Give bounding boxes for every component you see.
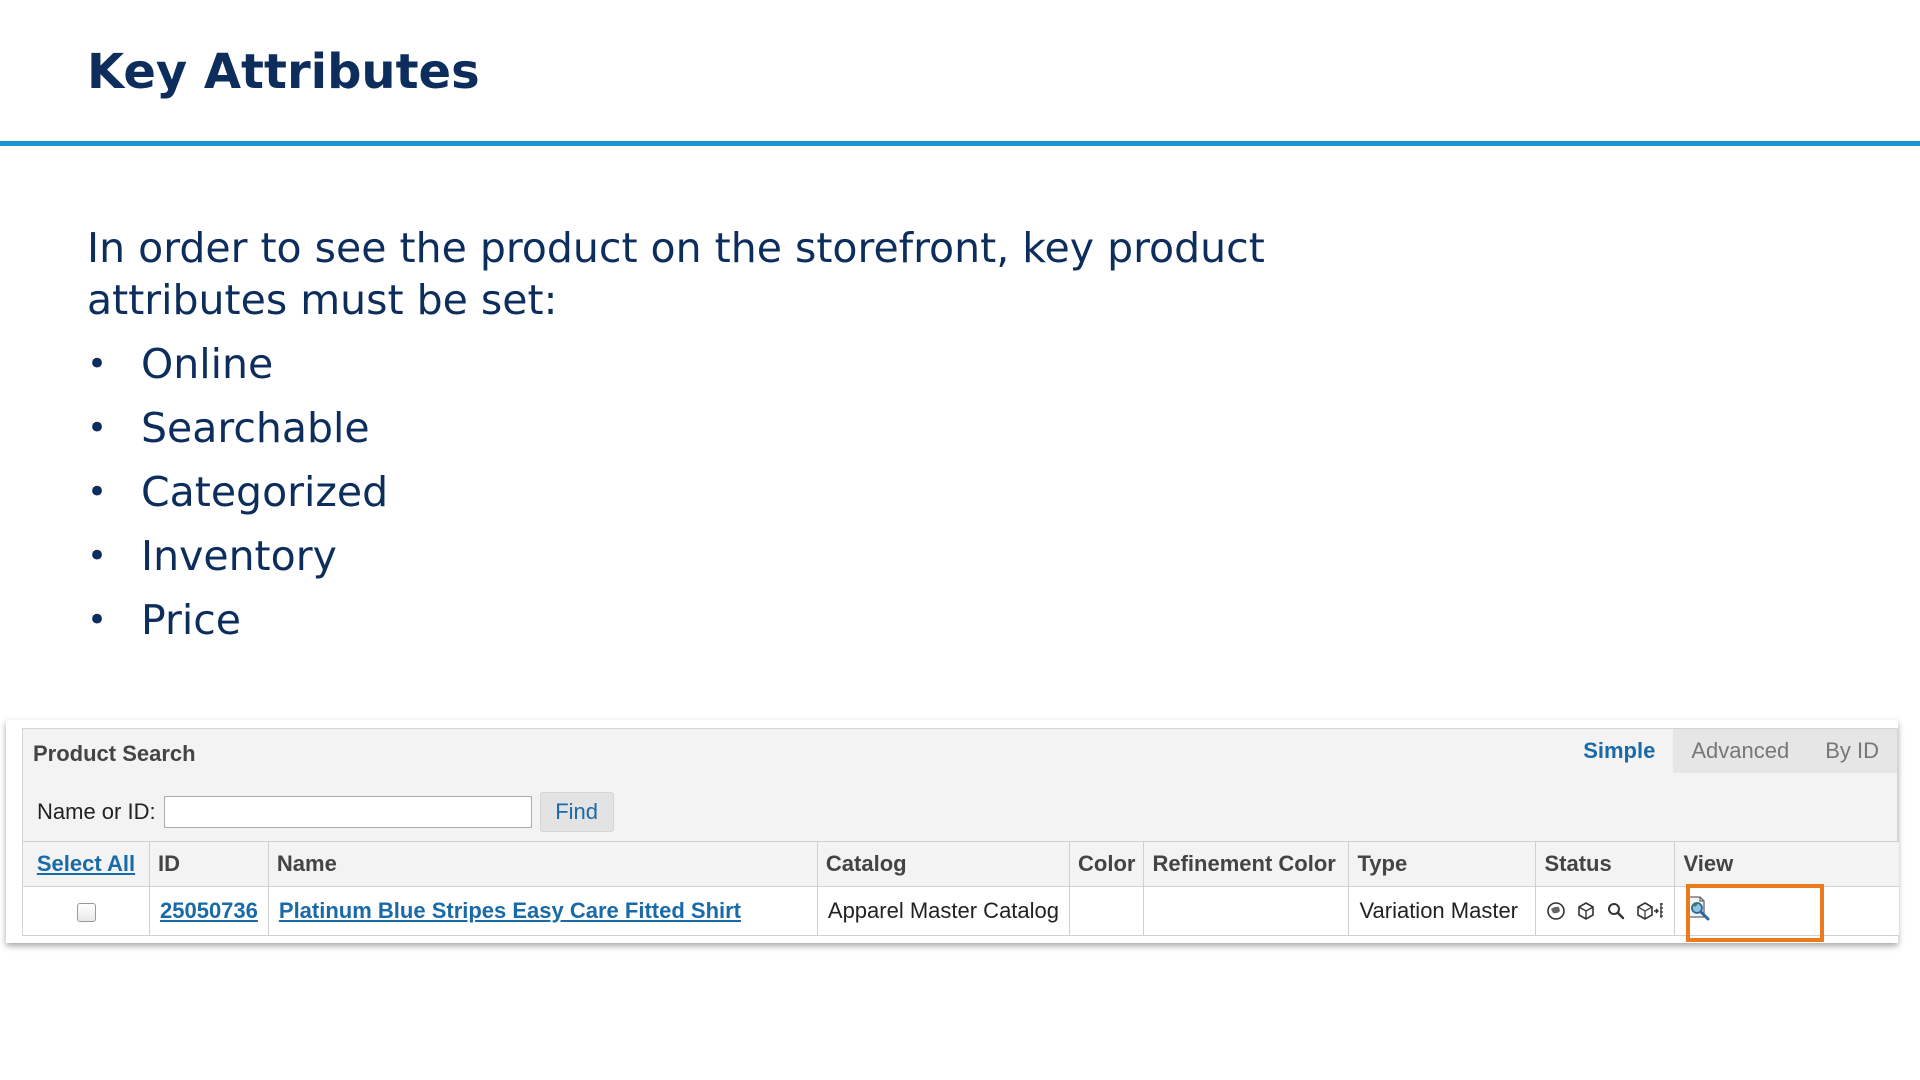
panel-title: Product Search — [33, 741, 196, 766]
product-name-link[interactable]: Platinum Blue Stripes Easy Care Fitted S… — [279, 898, 741, 923]
slide-title: Key Attributes — [87, 44, 480, 100]
select-all-header: Select All — [23, 841, 150, 887]
product-id-link[interactable]: 25050736 — [160, 898, 258, 923]
search-row: Name or ID: Find — [37, 792, 614, 832]
tab-simple[interactable]: Simple — [1565, 729, 1674, 773]
search-mode-tabs: Simple Advanced By ID — [1565, 729, 1897, 773]
results-table: Select All ID Name Catalog Color Refinem… — [23, 841, 1899, 936]
list-item: • Inventory — [87, 532, 337, 580]
list-item: • Searchable — [87, 404, 370, 452]
bullet-label: Searchable — [141, 404, 370, 452]
col-type[interactable]: Type — [1348, 841, 1536, 887]
select-all-link[interactable]: Select All — [37, 851, 135, 876]
view-cell — [1674, 886, 1899, 936]
row-select-cell — [23, 886, 150, 936]
color-cell — [1069, 886, 1144, 936]
list-item: • Categorized — [87, 468, 389, 516]
search-label: Name or ID: — [37, 799, 156, 824]
intro-text: In order to see the product on the store… — [87, 224, 1265, 324]
product-search-panel: Product Search Simple Advanced By ID Nam… — [22, 728, 1899, 936]
tab-by-id[interactable]: By ID — [1807, 729, 1897, 773]
type-cell: Variation Master — [1348, 886, 1536, 936]
refinement-color-cell — [1143, 886, 1349, 936]
bullet-label: Inventory — [141, 532, 337, 580]
col-view: View — [1674, 841, 1899, 887]
row-checkbox[interactable] — [76, 902, 96, 922]
catalog-cell: Apparel Master Catalog — [816, 886, 1070, 936]
col-catalog[interactable]: Catalog — [816, 841, 1070, 887]
tab-advanced[interactable]: Advanced — [1673, 729, 1808, 773]
col-name[interactable]: Name — [267, 841, 818, 887]
category-icon — [1578, 902, 1595, 920]
table-row: 25050736 Platinum Blue Stripes Easy Care… — [23, 886, 1899, 936]
id-cell: 25050736 — [149, 886, 269, 936]
col-color[interactable]: Color — [1069, 841, 1144, 887]
attribute-list: • Online • Searchable • Categorized • Invent… — [87, 338, 388, 658]
bullet-label: Online — [141, 340, 274, 388]
search-input[interactable] — [163, 796, 532, 828]
bullet-label: Categorized — [141, 468, 389, 516]
status-cell — [1535, 886, 1675, 936]
online-icon — [1547, 902, 1566, 920]
col-refinement-color[interactable]: Refinement Color — [1143, 841, 1349, 887]
find-button[interactable]: Find — [539, 792, 614, 832]
table-header-row: Select All ID Name Catalog Color Refinem… — [23, 841, 1899, 887]
product-search-screenshot: Product Search Simple Advanced By ID Nam… — [6, 720, 1899, 943]
list-item: • Online — [87, 340, 274, 388]
view-icon[interactable] — [1685, 895, 1713, 921]
searchable-icon — [1608, 903, 1625, 920]
status-icons — [1546, 901, 1664, 921]
title-divider — [0, 141, 1920, 146]
col-id[interactable]: ID — [149, 841, 269, 887]
bullet-label: Price — [141, 596, 242, 644]
list-item: • Price — [87, 596, 242, 644]
col-status: Status — [1535, 841, 1675, 887]
name-cell: Platinum Blue Stripes Easy Care Fitted S… — [267, 886, 818, 936]
inventory-icon — [1637, 902, 1664, 920]
